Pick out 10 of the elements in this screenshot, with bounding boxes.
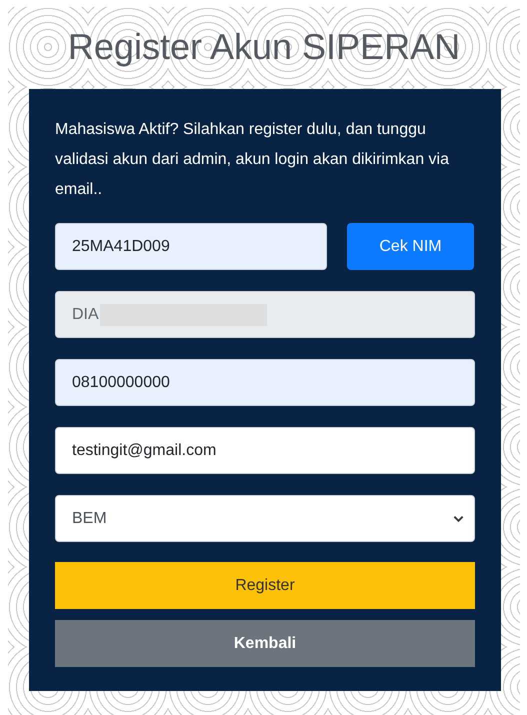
chevron-down-icon [453,514,464,522]
dropdown-field[interactable]: BEM [55,495,475,542]
page-title: Register Akun SIPERAN [68,25,460,69]
input-field[interactable]: 08100000000 [55,359,475,406]
nim-field[interactable]: 25MA41D009 [55,223,327,270]
register-button[interactable]: Register [55,562,475,609]
check-nim-button[interactable]: Cek NIM [347,223,474,270]
back-button[interactable]: Kembali [55,620,475,667]
input-field[interactable]: testingit@gmail.com [55,427,475,474]
intro-text: Mahasiswa Aktif? Silahkan register dulu, dan tunggu validasi akun dari admin, akun login akan dikirimkan via email.. [55,120,450,200]
